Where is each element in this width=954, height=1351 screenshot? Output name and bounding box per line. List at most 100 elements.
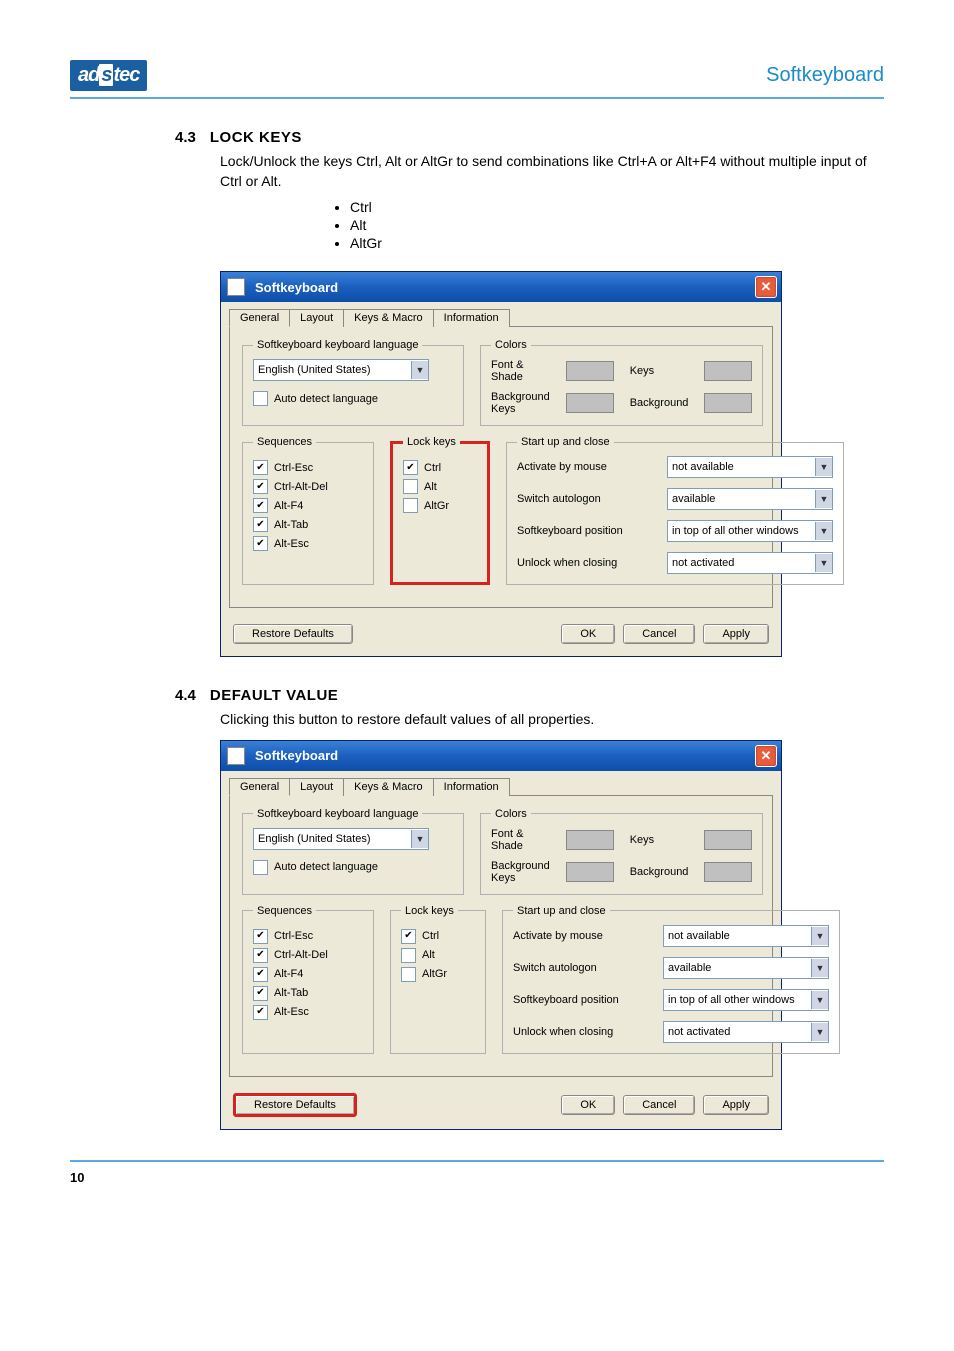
tab-general[interactable]: General — [229, 309, 290, 327]
select-position[interactable]: in top of all other windows▼ — [667, 520, 833, 542]
swatch-keys[interactable] — [704, 830, 752, 850]
legend-colors: Colors — [491, 808, 531, 820]
language-value: English (United States) — [258, 364, 371, 376]
restore-defaults-button[interactable]: Restore Defaults — [233, 1093, 357, 1117]
swatch-background[interactable] — [704, 862, 752, 882]
tab-panel-general: Softkeyboard keyboard language English (… — [229, 795, 773, 1077]
close-button[interactable]: ✕ — [755, 745, 777, 767]
swatch-font-shade[interactable] — [566, 830, 614, 850]
bullet-item: AltGr — [350, 235, 884, 251]
select-activate-mouse[interactable]: not available▼ — [667, 456, 833, 478]
chevron-down-icon: ▼ — [815, 554, 832, 572]
swatch-bg-keys[interactable] — [566, 393, 614, 413]
cancel-button[interactable]: Cancel — [623, 1095, 695, 1115]
chk-alt-tab[interactable] — [253, 517, 268, 532]
tab-keys-macro[interactable]: Keys & Macro — [343, 309, 433, 327]
auto-detect-checkbox[interactable] — [253, 860, 268, 875]
tab-keys-macro[interactable]: Keys & Macro — [343, 778, 433, 796]
chk-lock-ctrl[interactable] — [401, 929, 416, 944]
legend-startup: Start up and close — [517, 436, 614, 448]
tab-panel-general: Softkeyboard keyboard language English (… — [229, 326, 773, 608]
auto-detect-checkbox[interactable] — [253, 391, 268, 406]
chk-alt-esc[interactable] — [253, 536, 268, 551]
language-value: English (United States) — [258, 833, 371, 845]
chevron-down-icon: ▼ — [411, 830, 428, 848]
select-unlock[interactable]: not activated▼ — [663, 1021, 829, 1043]
close-button[interactable]: ✕ — [755, 276, 777, 298]
select-activate-mouse[interactable]: not available▼ — [663, 925, 829, 947]
legend-sequences: Sequences — [253, 436, 316, 448]
fieldset-colors: Colors Font & Shade Keys Background Keys… — [480, 339, 763, 426]
section-head-4-4: 4.4 DEFAULT VALUE — [175, 687, 884, 704]
legend-colors: Colors — [491, 339, 531, 351]
chevron-down-icon: ▼ — [811, 991, 828, 1009]
chk-lock-ctrl[interactable] — [403, 460, 418, 475]
logo: adstec — [70, 60, 147, 91]
select-autologon[interactable]: available▼ — [663, 957, 829, 979]
softkeyboard-dialog-1: Softkeyboard ✕ General Layout Keys & Mac… — [220, 271, 782, 657]
chk-lock-alt[interactable] — [401, 948, 416, 963]
chevron-down-icon: ▼ — [815, 522, 832, 540]
softkeyboard-dialog-2: Softkeyboard ✕ General Layout Keys & Mac… — [220, 740, 782, 1130]
fieldset-lock-keys: Lock keys Ctrl Alt AltGr — [390, 905, 486, 1054]
fieldset-colors: Colors Font & Shade Keys Background Keys… — [480, 808, 763, 895]
chk-alt-esc[interactable] — [253, 1005, 268, 1020]
chevron-down-icon: ▼ — [811, 959, 828, 977]
tab-general[interactable]: General — [229, 778, 290, 796]
window-title: Softkeyboard — [255, 280, 338, 295]
chk-alt-f4[interactable] — [253, 498, 268, 513]
auto-detect-label: Auto detect language — [274, 861, 378, 873]
chevron-down-icon: ▼ — [815, 458, 832, 476]
tab-layout[interactable]: Layout — [289, 778, 344, 796]
select-unlock[interactable]: not activated▼ — [667, 552, 833, 574]
button-row: Restore Defaults OK Cancel Apply — [221, 616, 781, 656]
swatch-background[interactable] — [704, 393, 752, 413]
apply-button[interactable]: Apply — [703, 1095, 769, 1115]
tab-strip: General Layout Keys & Macro Information — [221, 771, 781, 795]
label-bg-keys: Background Keys — [491, 391, 550, 415]
chk-lock-altgr[interactable] — [403, 498, 418, 513]
select-autologon[interactable]: available▼ — [667, 488, 833, 510]
section-number: 4.3 — [175, 129, 196, 146]
auto-detect-label: Auto detect language — [274, 393, 378, 405]
legend-lock-keys: Lock keys — [403, 436, 460, 448]
window-title: Softkeyboard — [255, 748, 338, 763]
chk-alt-f4[interactable] — [253, 967, 268, 982]
chevron-down-icon: ▼ — [811, 927, 828, 945]
chk-ctrl-esc[interactable] — [253, 929, 268, 944]
chk-alt-tab[interactable] — [253, 986, 268, 1001]
chk-ctrl-alt-del[interactable] — [253, 948, 268, 963]
swatch-keys[interactable] — [704, 361, 752, 381]
chevron-down-icon: ▼ — [815, 490, 832, 508]
ok-button[interactable]: OK — [561, 1095, 615, 1115]
chk-ctrl-alt-del[interactable] — [253, 479, 268, 494]
tab-layout[interactable]: Layout — [289, 309, 344, 327]
chk-lock-alt[interactable] — [403, 479, 418, 494]
section-title: DEFAULT VALUE — [210, 687, 338, 704]
label-switch-autologon: Switch autologon — [517, 493, 657, 505]
chevron-down-icon: ▼ — [411, 361, 428, 379]
label-position: Softkeyboard position — [517, 525, 657, 537]
titlebar: Softkeyboard ✕ — [221, 272, 781, 302]
chk-ctrl-esc[interactable] — [253, 460, 268, 475]
language-select[interactable]: English (United States) ▼ — [253, 359, 429, 381]
cancel-button[interactable]: Cancel — [623, 624, 695, 644]
legend-language: Softkeyboard keyboard language — [253, 808, 422, 820]
tab-information[interactable]: Information — [433, 778, 510, 796]
chk-lock-altgr[interactable] — [401, 967, 416, 982]
tab-information[interactable]: Information — [433, 309, 510, 327]
fieldset-language: Softkeyboard keyboard language English (… — [242, 339, 464, 426]
bullet-list: Ctrl Alt AltGr — [350, 199, 884, 251]
section-head-4-3: 4.3 LOCK KEYS — [175, 129, 884, 146]
fieldset-sequences: Sequences Ctrl-Esc Ctrl-Alt-Del Alt-F4 A… — [242, 905, 374, 1054]
restore-defaults-button[interactable]: Restore Defaults — [233, 624, 353, 644]
select-position[interactable]: in top of all other windows▼ — [663, 989, 829, 1011]
language-select[interactable]: English (United States) ▼ — [253, 828, 429, 850]
swatch-bg-keys[interactable] — [566, 862, 614, 882]
section-number: 4.4 — [175, 687, 196, 704]
legend-language: Softkeyboard keyboard language — [253, 339, 422, 351]
swatch-font-shade[interactable] — [566, 361, 614, 381]
apply-button[interactable]: Apply — [703, 624, 769, 644]
ok-button[interactable]: OK — [561, 624, 615, 644]
section-title: LOCK KEYS — [210, 129, 302, 146]
